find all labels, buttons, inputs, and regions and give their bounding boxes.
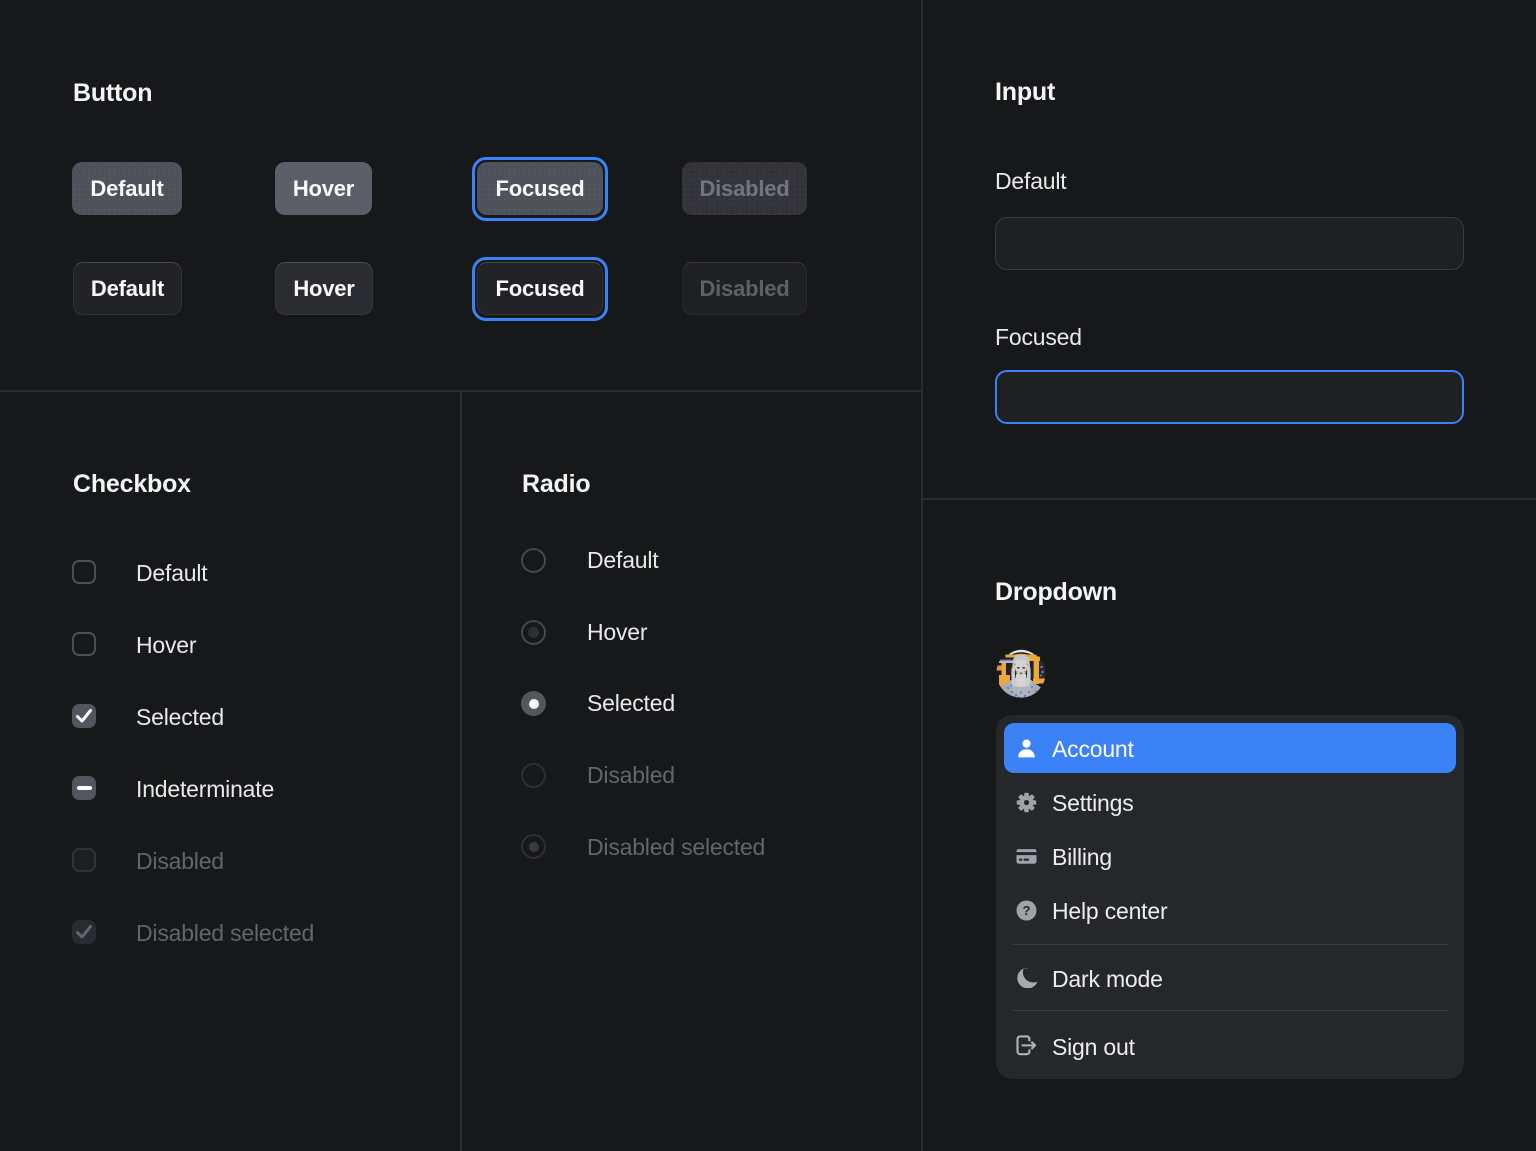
svg-text:?: ? [1023, 903, 1031, 918]
